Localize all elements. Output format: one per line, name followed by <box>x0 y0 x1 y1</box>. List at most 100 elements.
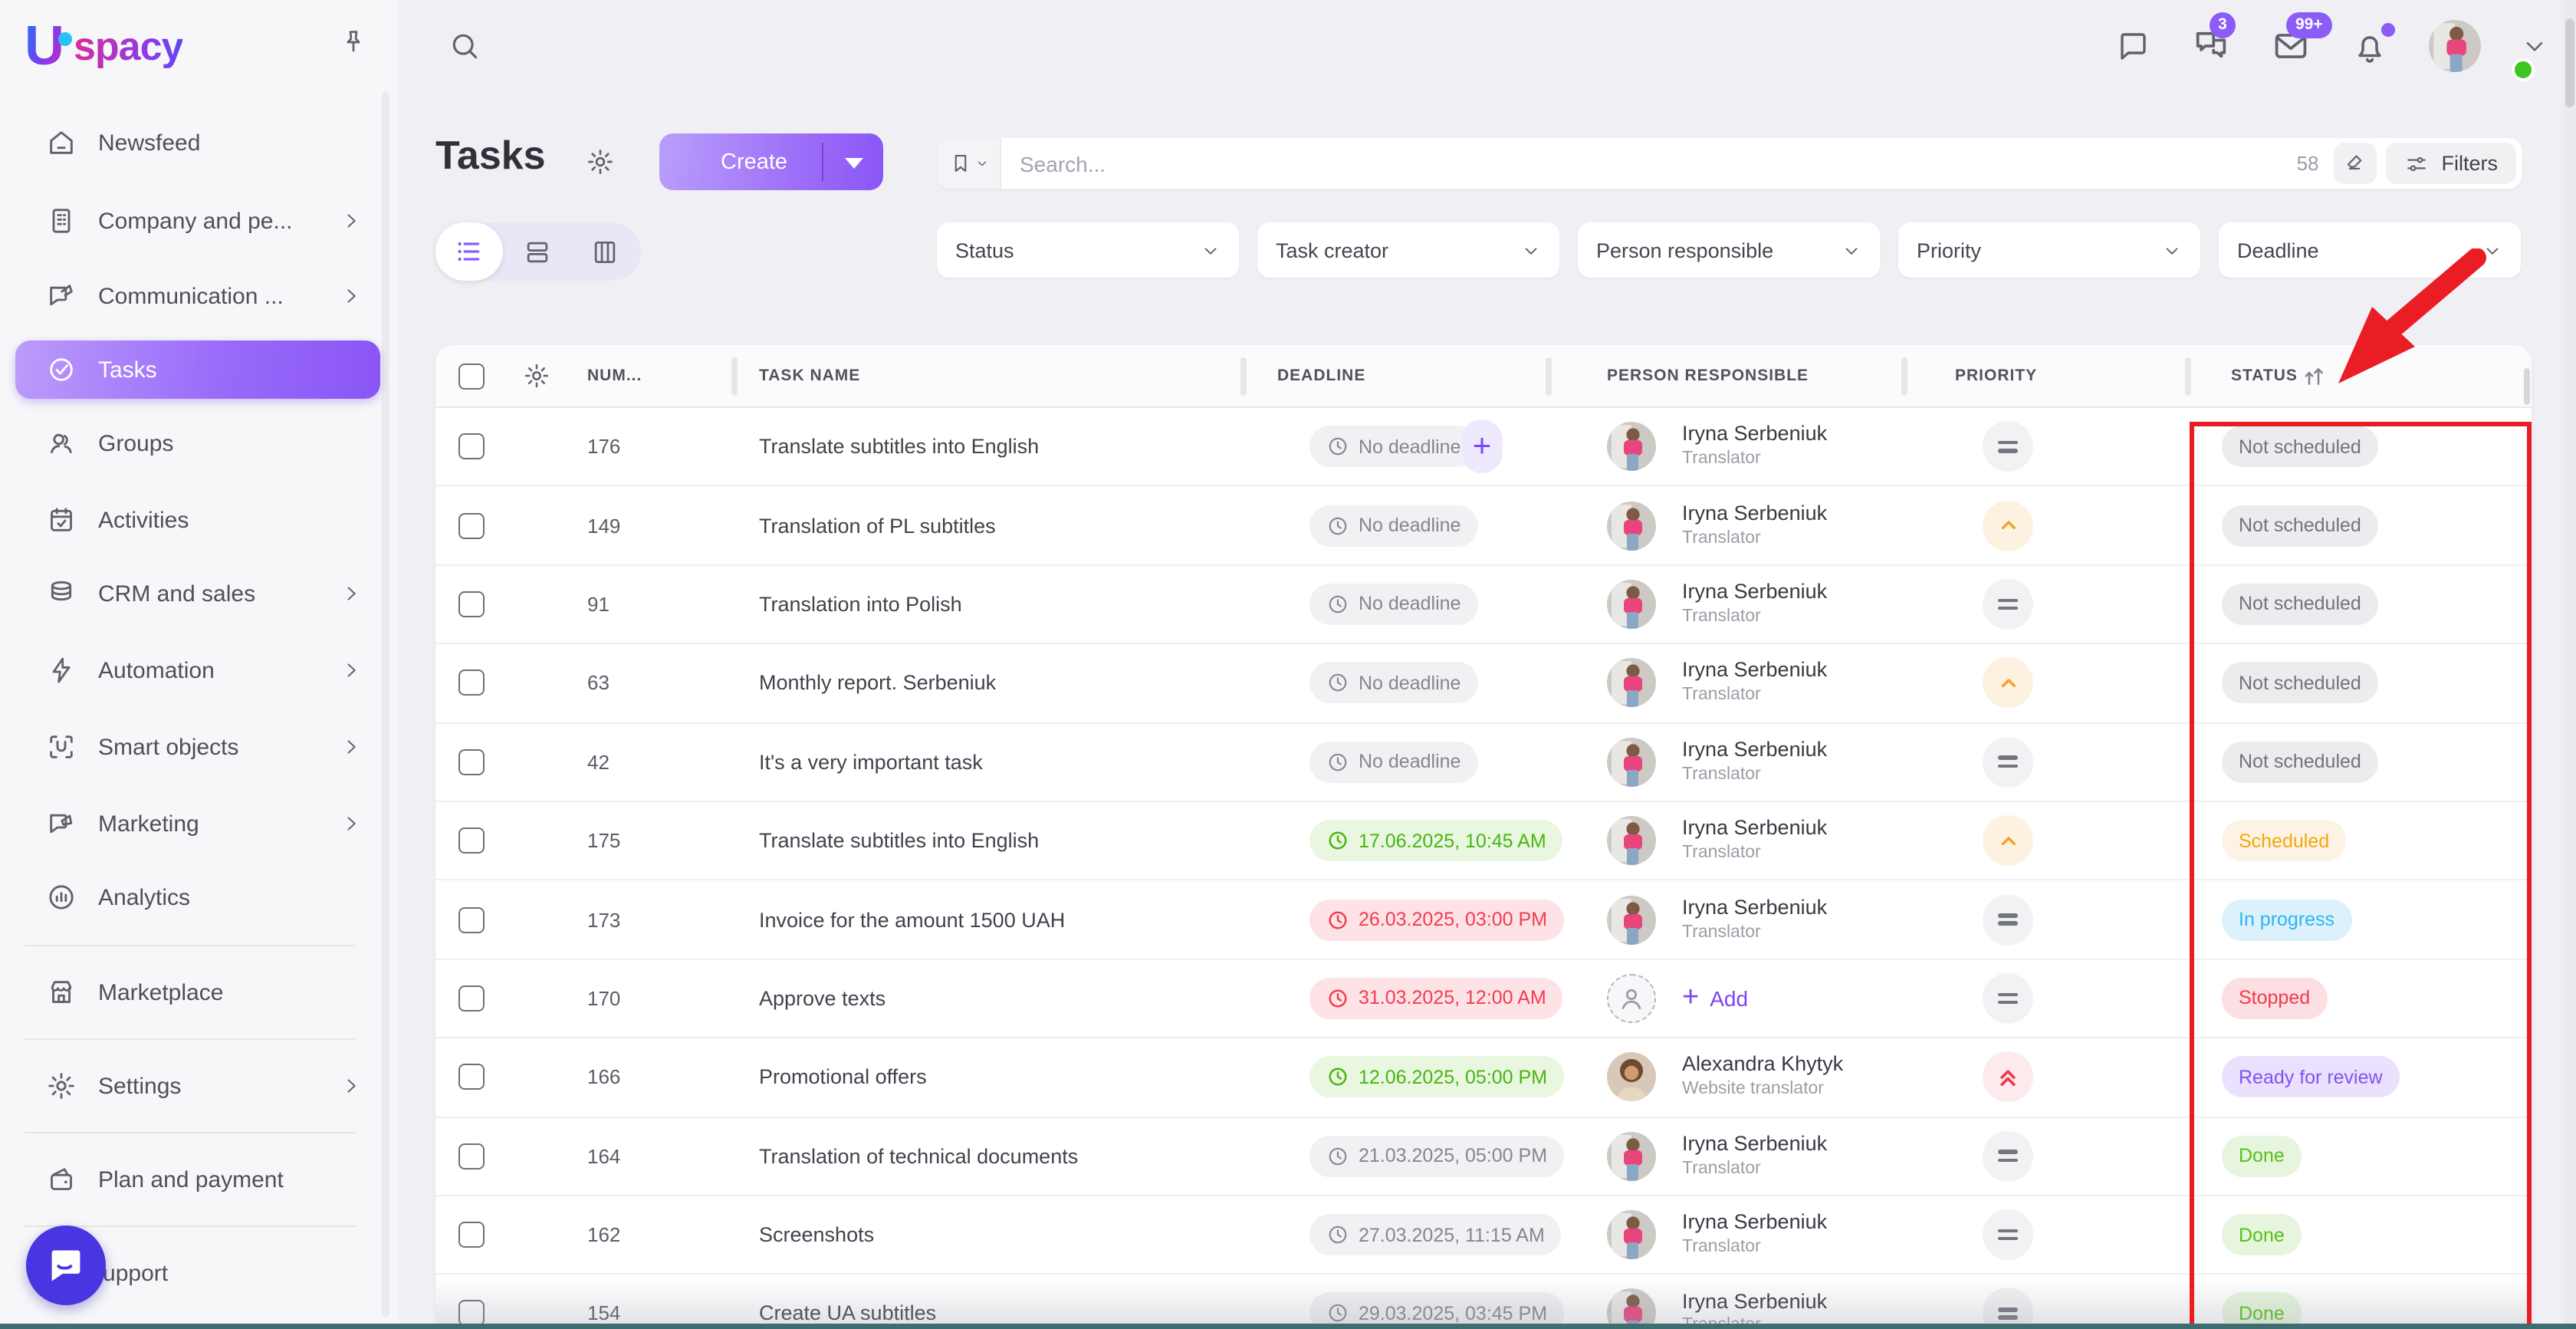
person-name[interactable]: Iryna Serbeniuk <box>1682 659 1827 685</box>
column-header-priority[interactable]: PRIORITY <box>1955 345 2037 406</box>
person-avatar[interactable] <box>1607 501 1656 551</box>
deadline-chip[interactable]: No deadline <box>1309 583 1478 625</box>
status-chip[interactable]: Done <box>2222 1214 2302 1256</box>
priority-badge[interactable] <box>1983 972 2033 1024</box>
sidebar-item-automation[interactable]: Automation <box>15 641 380 699</box>
priority-badge[interactable] <box>1983 736 2033 788</box>
person-name[interactable]: Iryna Serbeniuk <box>1682 1210 1827 1236</box>
status-chip[interactable]: Not scheduled <box>2222 426 2378 468</box>
quick-add-button[interactable]: + <box>1461 419 1503 474</box>
sidebar-item-marketing[interactable]: Marketing <box>15 794 380 853</box>
row-checkbox[interactable] <box>458 1222 485 1248</box>
person-avatar[interactable] <box>1607 1131 1656 1181</box>
status-chip[interactable]: Done <box>2222 1135 2302 1177</box>
status-chip[interactable]: Stopped <box>2222 977 2328 1019</box>
task-name[interactable]: Translate subtitles into English <box>759 829 1039 852</box>
status-chip[interactable]: In progress <box>2222 899 2352 941</box>
sidebar-item-groups[interactable]: Groups <box>15 414 380 472</box>
row-checkbox[interactable] <box>458 985 485 1012</box>
person-avatar[interactable] <box>1607 895 1656 945</box>
person-cell[interactable]: Iryna Serbeniuk Translator <box>1607 1131 1827 1181</box>
user-avatar[interactable] <box>2429 20 2481 72</box>
table-row[interactable]: 42 It's a very important task No deadlin… <box>435 723 2532 802</box>
create-button[interactable]: Create <box>659 133 883 190</box>
person-cell[interactable]: Alexandra Khytyk Website translator <box>1607 1052 1843 1102</box>
person-name[interactable]: Iryna Serbeniuk <box>1682 1289 1827 1315</box>
person-avatar[interactable] <box>1607 973 1656 1023</box>
pin-sidebar-icon[interactable] <box>339 28 368 57</box>
person-avatar[interactable] <box>1607 422 1656 472</box>
priority-badge[interactable] <box>1983 657 2033 709</box>
filter-dropdown[interactable]: Task creator <box>1257 222 1559 278</box>
priority-badge[interactable] <box>1983 500 2033 551</box>
person-avatar[interactable] <box>1607 737 1656 787</box>
profile-caret-icon[interactable] <box>2521 32 2548 60</box>
person-cell[interactable]: + Add <box>1607 973 1748 1023</box>
uspacy-logo[interactable]: U spacy <box>25 12 183 80</box>
status-chip[interactable]: Not scheduled <box>2222 741 2378 783</box>
person-avatar[interactable] <box>1607 579 1656 629</box>
deadline-chip[interactable]: 12.06.2025, 05:00 PM <box>1309 1056 1565 1098</box>
table-row[interactable]: 175 Translate subtitles into English 17.… <box>435 802 2532 881</box>
filter-dropdown[interactable]: Deadline <box>2219 222 2521 278</box>
sidebar-item-activities[interactable]: Activities <box>15 491 380 549</box>
status-chip[interactable]: Scheduled <box>2222 820 2347 862</box>
person-name[interactable]: Iryna Serbeniuk <box>1682 423 1827 449</box>
sidebar-item-settings[interactable]: Settings <box>15 1057 380 1115</box>
task-name[interactable]: Promotional offers <box>759 1066 927 1089</box>
column-resize-handle[interactable] <box>731 357 738 396</box>
filter-dropdown[interactable]: Person responsible <box>1578 222 1880 278</box>
deadline-chip[interactable]: 27.03.2025, 11:15 AM <box>1309 1214 1562 1256</box>
deadline-chip[interactable]: No deadline <box>1309 662 1478 704</box>
column-header-status[interactable]: STATUS <box>2231 345 2298 406</box>
status-chip[interactable]: Not scheduled <box>2222 583 2378 625</box>
task-name[interactable]: Translate subtitles into English <box>759 435 1039 458</box>
priority-badge[interactable] <box>1983 894 2033 946</box>
global-search-icon[interactable] <box>448 29 481 63</box>
status-chip[interactable]: Ready for review <box>2222 1056 2400 1098</box>
person-avatar[interactable] <box>1607 816 1656 866</box>
person-name[interactable]: Iryna Serbeniuk <box>1682 738 1827 764</box>
row-checkbox[interactable] <box>458 669 485 696</box>
person-cell[interactable]: Iryna Serbeniuk Translator <box>1607 895 1827 945</box>
task-name[interactable]: It's a very important task <box>759 751 983 774</box>
task-name[interactable]: Invoice for the amount 1500 UAH <box>759 908 1065 931</box>
table-row[interactable]: 162 Screenshots 27.03.2025, 11:15 AM Iry… <box>435 1196 2532 1275</box>
page-scrollbar-thumb[interactable] <box>2565 18 2574 107</box>
sidebar-item-plan-and-payment[interactable]: Plan and payment <box>15 1150 380 1209</box>
column-resize-handle[interactable] <box>1546 357 1552 396</box>
deadline-chip[interactable]: No deadline <box>1309 426 1478 468</box>
feedback-icon[interactable] <box>2114 28 2151 64</box>
task-name[interactable]: Translation of PL subtitles <box>759 514 996 537</box>
row-checkbox[interactable] <box>458 748 485 775</box>
search-input[interactable] <box>1001 151 2297 176</box>
table-row[interactable]: 170 Approve texts 31.03.2025, 12:00 AM +… <box>435 959 2532 1039</box>
table-row[interactable]: 164 Translation of technical documents 2… <box>435 1117 2532 1196</box>
row-checkbox[interactable] <box>458 1064 485 1091</box>
saved-filters-bookmark-button[interactable] <box>937 138 1001 189</box>
task-name[interactable]: Create UA subtitles <box>759 1302 936 1325</box>
sort-ascending-icon[interactable] <box>2303 365 2328 388</box>
person-name[interactable]: Iryna Serbeniuk <box>1682 580 1827 606</box>
row-checkbox[interactable] <box>458 1143 485 1169</box>
sidebar-item-crm-and-sales[interactable]: CRM and sales <box>15 564 380 623</box>
person-avatar[interactable] <box>1607 658 1656 708</box>
priority-badge[interactable] <box>1983 1051 2033 1103</box>
table-row[interactable]: 149 Translation of PL subtitles No deadl… <box>435 487 2532 566</box>
person-cell[interactable]: Iryna Serbeniuk Translator <box>1607 422 1827 472</box>
priority-badge[interactable] <box>1983 1209 2033 1261</box>
column-header-deadline[interactable]: DEADLINE <box>1277 345 1365 406</box>
column-header-task-name[interactable]: TASK NAME <box>759 345 860 406</box>
sidebar-item-marketplace[interactable]: Marketplace <box>15 963 380 1021</box>
columns-settings-gear-icon[interactable] <box>523 362 550 390</box>
table-row[interactable]: 173 Invoice for the amount 1500 UAH 26.0… <box>435 881 2532 960</box>
column-header-person-responsible[interactable]: PERSON RESPONSIBLE <box>1607 345 1809 406</box>
column-header-num[interactable]: NUM... <box>587 345 642 406</box>
person-cell[interactable]: Iryna Serbeniuk Translator <box>1607 658 1827 708</box>
view-list-button[interactable] <box>435 222 503 281</box>
person-cell[interactable]: Iryna Serbeniuk Translator <box>1607 816 1827 866</box>
view-board-button[interactable] <box>503 222 570 281</box>
table-row[interactable]: 91 Translation into Polish No deadline I… <box>435 566 2532 645</box>
filter-dropdown[interactable]: Status <box>937 222 1239 278</box>
deadline-chip[interactable]: No deadline <box>1309 741 1478 783</box>
